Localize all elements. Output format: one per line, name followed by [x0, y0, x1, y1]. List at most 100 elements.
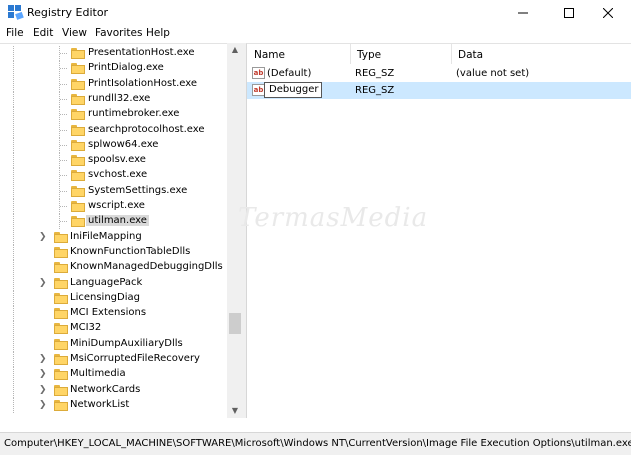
tree-item[interactable]: KnownManagedDebuggingDlls: [0, 260, 227, 275]
minimize-button[interactable]: [500, 0, 546, 25]
tree-guide: [60, 68, 68, 69]
scroll-thumb[interactable]: [229, 313, 241, 334]
tree-guide: [60, 175, 68, 176]
tree-item[interactable]: searchprotocolhost.exe: [0, 123, 227, 138]
tree-item[interactable]: MCI32: [0, 321, 227, 336]
menu-favorites[interactable]: Favorites: [95, 27, 142, 39]
menu-file[interactable]: File: [6, 27, 24, 39]
scroll-down-arrow-icon[interactable]: ▼: [227, 404, 243, 418]
title-bar: Registry Editor: [0, 0, 631, 25]
tree-item[interactable]: LicensingDiag: [0, 291, 227, 306]
value-type: REG_SZ: [355, 85, 395, 96]
tree-item[interactable]: rundll32.exe: [0, 92, 227, 107]
folder-icon: [71, 63, 85, 74]
tree-guide: [13, 352, 14, 367]
tree-item[interactable]: SystemSettings.exe: [0, 184, 227, 199]
chevron-right-icon[interactable]: ❯: [39, 278, 48, 288]
tree-item-label: SystemSettings.exe: [88, 185, 188, 196]
chevron-right-icon[interactable]: ❯: [39, 354, 48, 364]
folder-icon: [71, 155, 85, 166]
tree-guide: [13, 168, 14, 183]
scroll-up-arrow-icon[interactable]: ▲: [227, 43, 243, 57]
tree-item[interactable]: MiniDumpAuxiliaryDlls: [0, 337, 227, 352]
value-data: (value not set): [456, 68, 530, 79]
tree-item[interactable]: ❯ MsiCorruptedFileRecovery: [0, 352, 227, 367]
folder-icon: [71, 48, 85, 59]
chevron-right-icon[interactable]: ❯: [39, 400, 48, 410]
tree-guide: [13, 214, 14, 229]
tree-guide: [13, 260, 14, 275]
folder-icon: [71, 94, 85, 105]
folder-icon: [54, 308, 68, 319]
close-button[interactable]: [585, 0, 631, 25]
tree-item[interactable]: ❯ NetworkCards: [0, 383, 227, 398]
tree-guide: [13, 306, 14, 321]
column-header-name[interactable]: Name: [247, 44, 351, 64]
tree-item[interactable]: PresentationHost.exe: [0, 46, 227, 61]
folder-icon: [54, 385, 68, 396]
folder-icon: [71, 170, 85, 181]
chevron-right-icon[interactable]: ❯: [39, 232, 48, 242]
tree-guide: [13, 230, 14, 245]
tree-item[interactable]: wscript.exe: [0, 199, 227, 214]
menu-view[interactable]: View: [62, 27, 87, 39]
tree-guide: [13, 383, 14, 398]
tree-item[interactable]: ❯ LanguagePack: [0, 276, 227, 291]
tree-item-label: utilman.exe: [86, 215, 149, 226]
tree-item[interactable]: PrintIsolationHost.exe: [0, 77, 227, 92]
value-row-debugger[interactable]: ab Debugger REG_SZ: [247, 82, 631, 99]
tree-item[interactable]: spoolsv.exe: [0, 153, 227, 168]
tree-item-label: splwow64.exe: [88, 139, 159, 150]
tree-guide: [60, 206, 68, 207]
folder-icon: [71, 79, 85, 90]
horizontal-scroll-area: [0, 418, 631, 432]
registry-tree[interactable]: PresentationHost.exe PrintDialog.exe Print…: [0, 43, 243, 419]
tree-item-label: KnownManagedDebuggingDlls: [70, 261, 223, 272]
tree-item-label: MCI32: [70, 322, 102, 333]
tree-item[interactable]: runtimebroker.exe: [0, 107, 227, 122]
tree-item-label: MsiCorruptedFileRecovery: [70, 353, 200, 364]
tree-guide: [13, 77, 14, 92]
chevron-right-icon[interactable]: ❯: [39, 369, 48, 379]
folder-icon: [71, 125, 85, 136]
registry-path: Computer\HKEY_LOCAL_MACHINE\SOFTWARE\Mic…: [4, 438, 631, 449]
menu-edit[interactable]: Edit: [33, 27, 53, 39]
value-row-default[interactable]: ab (Default) REG_SZ (value not set): [247, 65, 631, 82]
tree-item[interactable]: utilman.exe: [0, 214, 227, 229]
window-title: Registry Editor: [27, 6, 109, 19]
tree-item[interactable]: PrintDialog.exe: [0, 61, 227, 76]
tree-item[interactable]: ❯ NetworkList: [0, 398, 227, 413]
tree-item[interactable]: svchost.exe: [0, 168, 227, 183]
column-header-data[interactable]: Data: [451, 44, 631, 64]
tree-item[interactable]: ❯ Multimedia: [0, 367, 227, 382]
chevron-right-icon[interactable]: ❯: [39, 385, 48, 395]
tree-guide: [13, 367, 14, 382]
tree-guide: [60, 160, 68, 161]
menu-help[interactable]: Help: [146, 27, 170, 39]
tree-guide: [13, 245, 14, 260]
tree-item-label: KnownFunctionTableDlls: [70, 246, 191, 257]
folder-icon: [54, 339, 68, 350]
tree-guide: [13, 92, 14, 107]
folder-icon: [71, 216, 85, 227]
tree-item[interactable]: KnownFunctionTableDlls: [0, 245, 227, 260]
tree-guide: [13, 46, 14, 61]
folder-icon: [54, 323, 68, 334]
tree-item-label: PrintDialog.exe: [88, 62, 164, 73]
column-header-type[interactable]: Type: [350, 44, 452, 64]
tree-item[interactable]: ❯ IniFileMapping: [0, 230, 227, 245]
menu-bar: File Edit View Favorites Help: [0, 25, 631, 43]
rename-input[interactable]: Debugger: [264, 82, 322, 98]
tree-guide: [13, 337, 14, 352]
tree-guide: [60, 130, 68, 131]
tree-guide: [13, 321, 14, 336]
tree-item-label: rundll32.exe: [88, 93, 151, 104]
tree-item[interactable]: splwow64.exe: [0, 138, 227, 153]
folder-icon: [54, 400, 68, 411]
tree-item-label: PrintIsolationHost.exe: [88, 78, 198, 89]
tree-guide: [60, 53, 68, 54]
tree-item-label: searchprotocolhost.exe: [88, 124, 205, 135]
tree-guide: [13, 61, 14, 76]
string-value-icon: ab: [252, 67, 265, 79]
tree-item[interactable]: MCI Extensions: [0, 306, 227, 321]
